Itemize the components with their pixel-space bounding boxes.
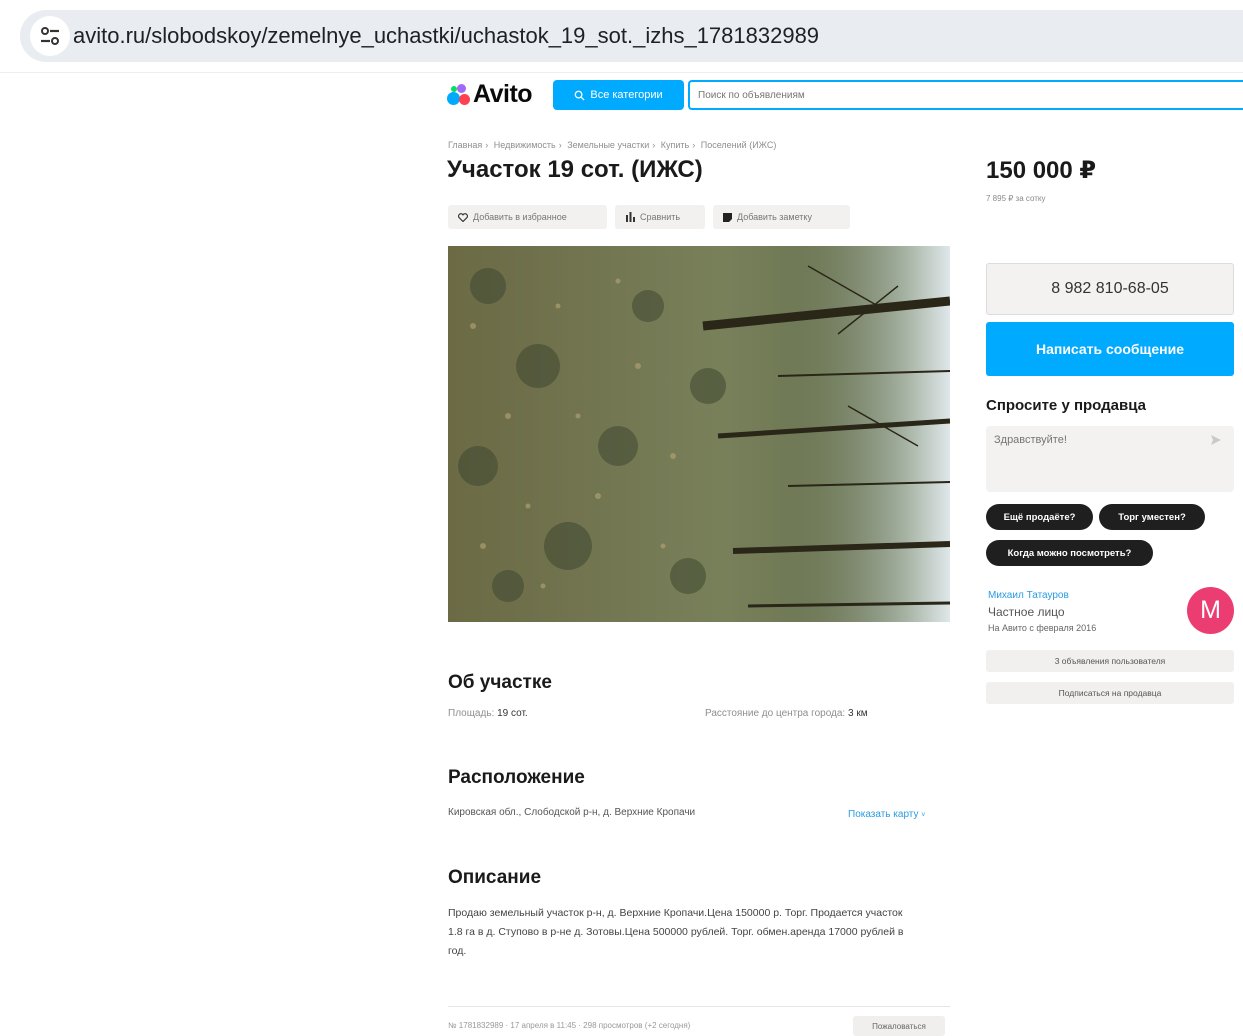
breadcrumb-item[interactable]: Купить [661, 140, 689, 150]
distance-param: Расстояние до центра города: 3 км [705, 708, 868, 719]
ask-seller-box [986, 426, 1234, 492]
breadcrumb-item[interactable]: Поселений (ИЖС) [701, 140, 777, 150]
breadcrumb: Главная › Недвижимость › Земельные участки… [448, 140, 777, 150]
send-icon[interactable] [1210, 434, 1222, 446]
logo-text: Avito [473, 80, 533, 108]
quick-question-chip[interactable]: Торг уместен? [1099, 504, 1205, 530]
description-heading: Описание [448, 867, 542, 888]
footer-divider [448, 1006, 950, 1007]
listing-meta: № 1781832989 · 17 апреля в 11:45 · 298 п… [448, 1021, 691, 1030]
show-map-label: Показать карту [848, 809, 919, 820]
seller-since: На Авито с февраля 2016 [988, 623, 1097, 633]
price-per-unit: 7 895 ₽ за сотку [986, 194, 1046, 203]
breadcrumb-item[interactable]: Недвижимость [494, 140, 556, 150]
write-message-button[interactable]: Написать сообщение [986, 322, 1234, 376]
address-bar[interactable]: avito.ru/slobodskoy/zemelnye_uchastki/uc… [20, 10, 1243, 62]
logo-dots-icon [447, 84, 471, 106]
distance-label: Расстояние до центра города: [705, 708, 846, 719]
favorites-label: Добавить в избранное [473, 212, 567, 222]
search-input[interactable] [690, 83, 1198, 107]
ask-seller-title: Спросите у продавца [986, 397, 1146, 414]
show-map-link[interactable]: Показать карту ˅ [848, 809, 925, 820]
location-heading: Расположение [448, 767, 585, 788]
note-icon [723, 212, 732, 222]
compare-icon [626, 212, 635, 222]
page-title: Участок 19 сот. (ИЖС) [447, 156, 703, 183]
seller-ads-button[interactable]: 3 объявления пользователя [986, 650, 1234, 672]
all-categories-button[interactable]: Все категории [553, 80, 684, 110]
quick-question-chip[interactable]: Когда можно посмотреть? [986, 540, 1153, 566]
area-param: Площадь: 19 сот. [448, 708, 528, 719]
add-to-favorites-button[interactable]: Добавить в избранное [448, 205, 607, 229]
avatar[interactable]: M [1187, 587, 1234, 634]
all-categories-label: Все категории [590, 89, 663, 101]
compare-button[interactable]: Сравнить [615, 205, 705, 229]
description-text: Продаю земельный участок р-н, д. Верхние… [448, 907, 904, 957]
seller-type: Частное лицо [988, 605, 1065, 619]
listing-photo[interactable] [448, 246, 950, 622]
compare-label: Сравнить [640, 212, 681, 222]
phone-button[interactable]: 8 982 810-68-05 [986, 263, 1234, 315]
price: 150 000 ₽ [986, 157, 1097, 184]
search-box[interactable] [688, 80, 1243, 110]
heart-icon [458, 212, 468, 222]
area-value: 19 сот. [497, 708, 528, 719]
seller-name-link[interactable]: Михаил Татауров [988, 590, 1069, 601]
area-label: Площадь: [448, 708, 495, 719]
about-heading: Об участке [448, 672, 552, 693]
tune-icon[interactable] [30, 16, 70, 56]
toolbar-divider [0, 72, 1243, 73]
add-note-button[interactable]: Добавить заметку [713, 205, 850, 229]
breadcrumb-item[interactable]: Главная [448, 140, 482, 150]
chevron-down-icon: ˅ [921, 812, 926, 819]
subscribe-seller-button[interactable]: Подписаться на продавца [986, 682, 1234, 704]
url-text[interactable]: avito.ru/slobodskoy/zemelnye_uchastki/uc… [73, 23, 819, 49]
complain-button[interactable]: Пожаловаться [853, 1016, 945, 1036]
distance-value: 3 км [848, 708, 868, 719]
address: Кировская обл., Слободской р-н, д. Верхн… [448, 807, 696, 818]
breadcrumb-item[interactable]: Земельные участки [567, 140, 649, 150]
search-icon [575, 90, 585, 101]
note-label: Добавить заметку [737, 212, 812, 222]
quick-question-chip[interactable]: Ещё продаёте? [986, 504, 1093, 530]
ask-seller-input[interactable] [994, 434, 1194, 474]
forest-photo-illustration [448, 246, 950, 622]
